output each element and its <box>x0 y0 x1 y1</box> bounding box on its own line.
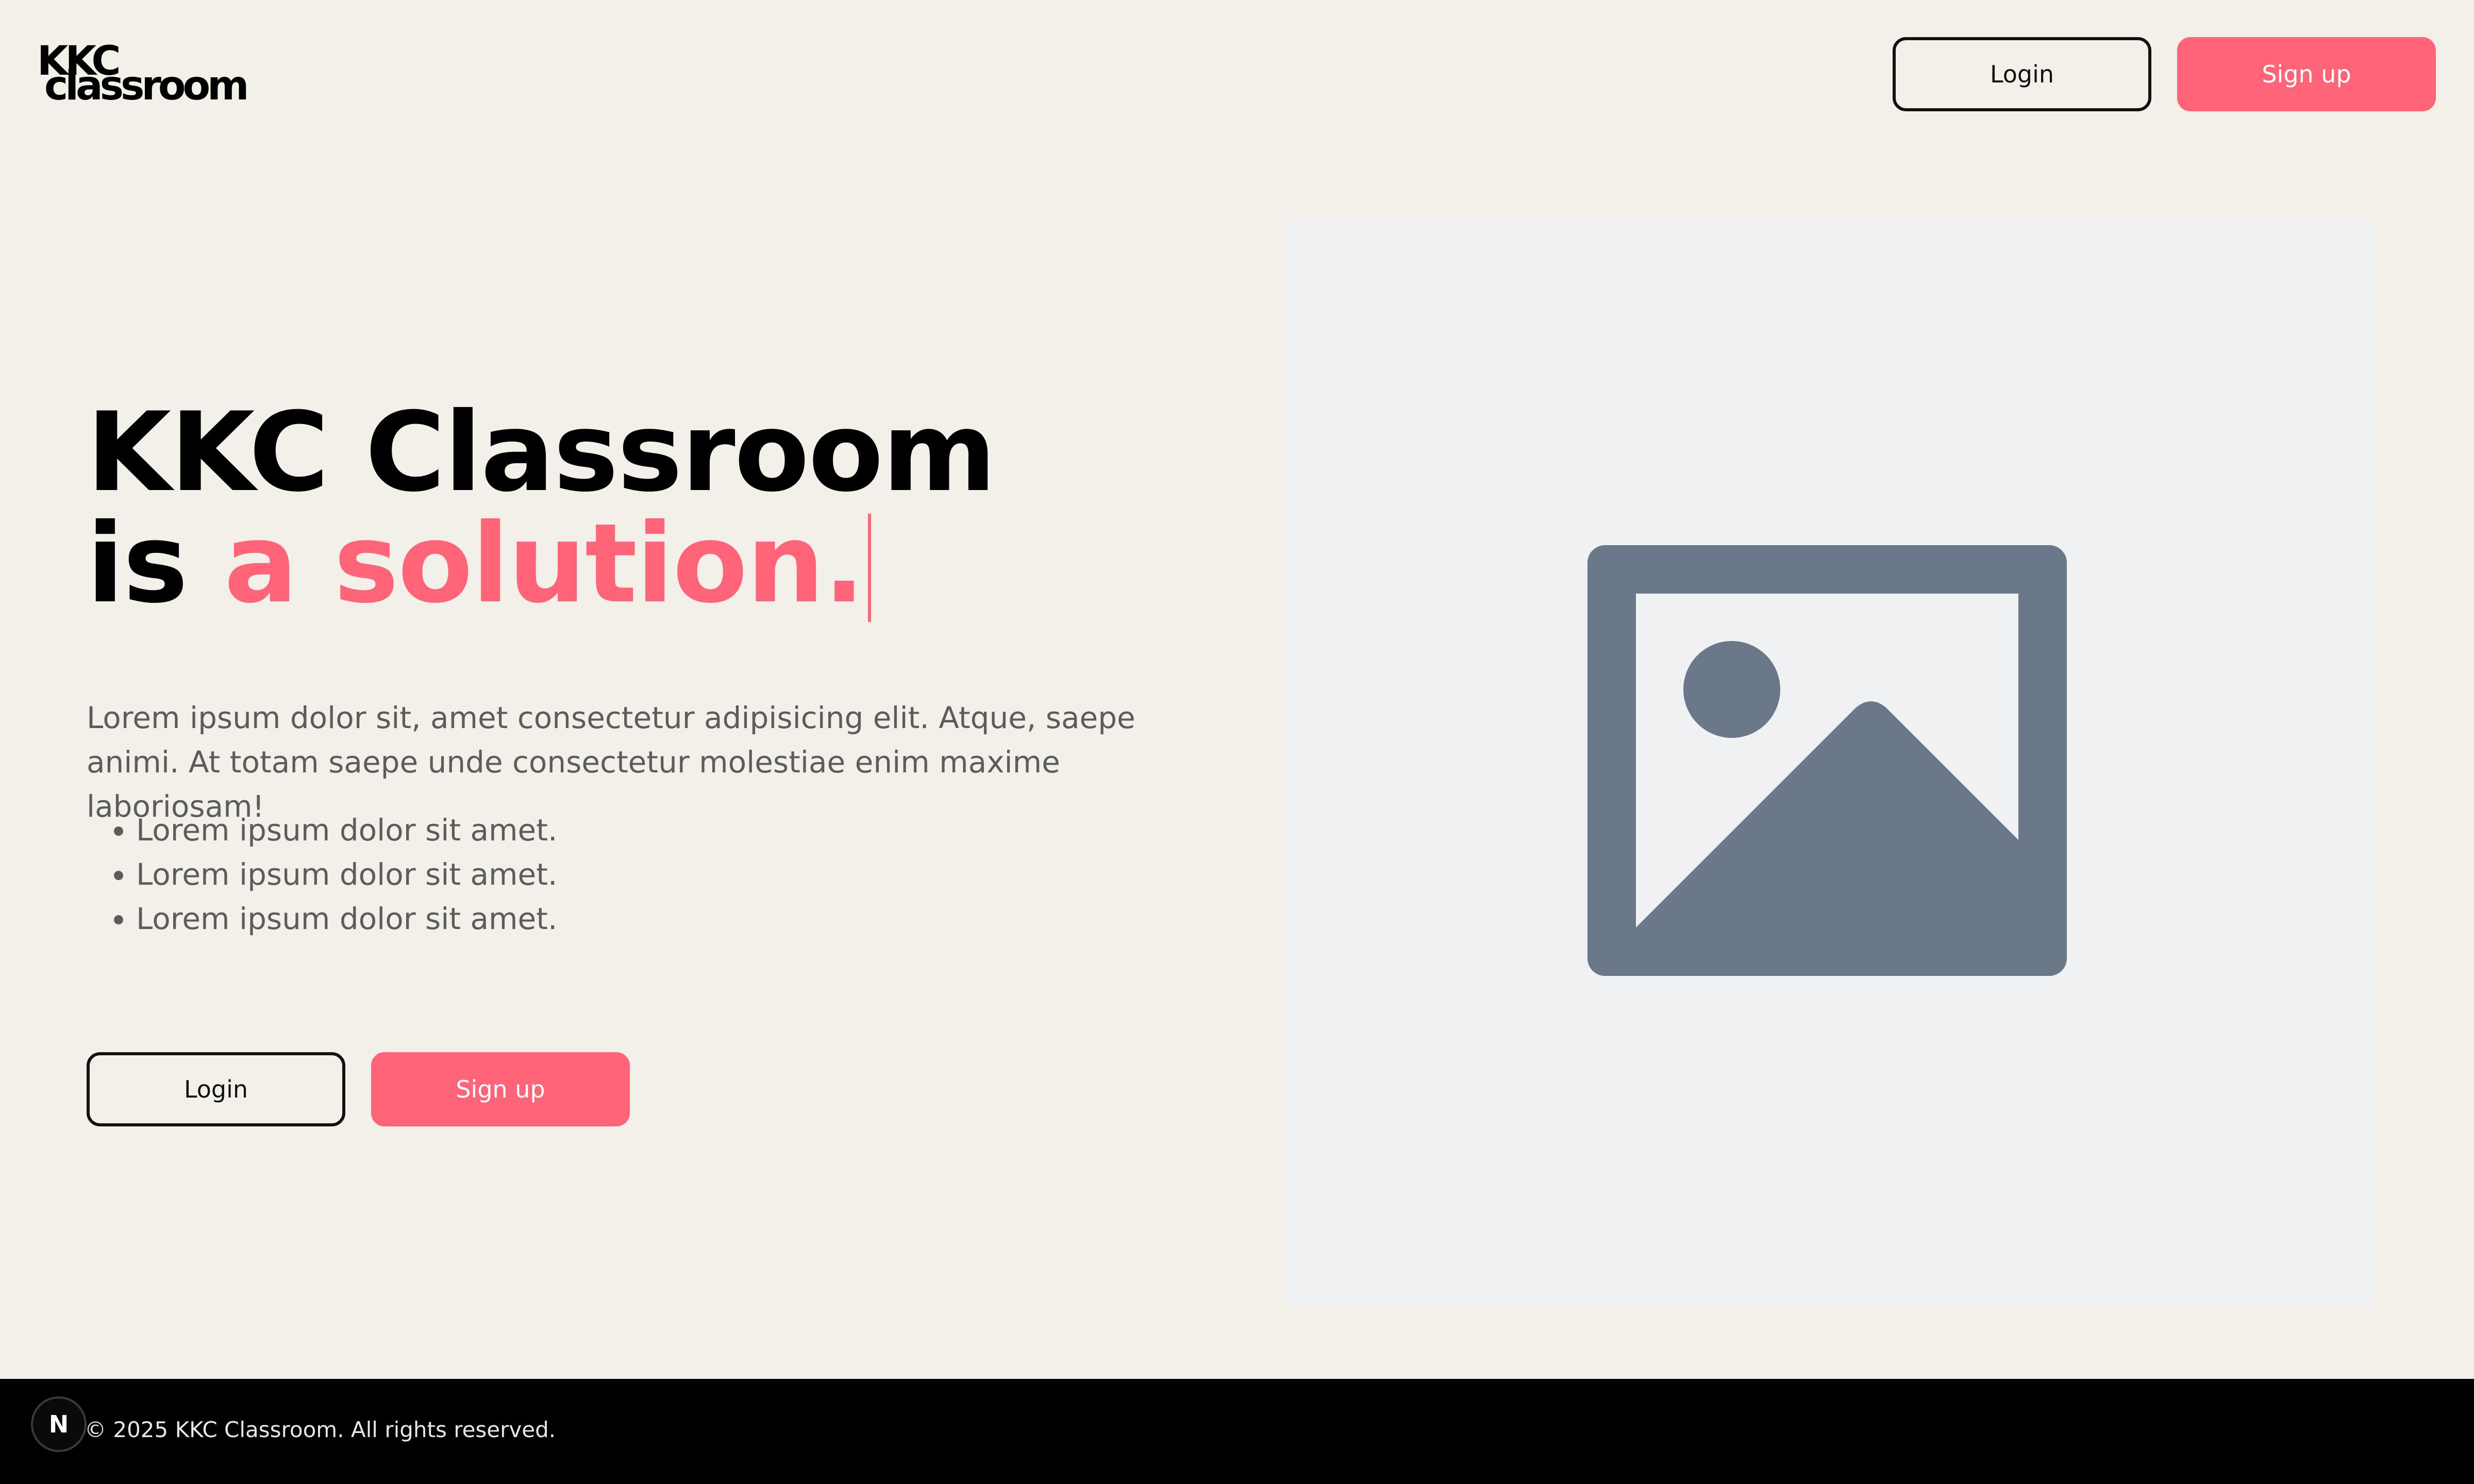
hero-login-button[interactable]: Login <box>87 1052 345 1126</box>
nextjs-dev-badge[interactable]: N <box>31 1396 87 1452</box>
hero-title-line-1: KKC Classroom <box>87 389 996 516</box>
hero-title: KKC Classroom is a solution. <box>87 397 1221 622</box>
site-footer: © 2025 KKC Classroom. All rights reserve… <box>0 1379 2474 1484</box>
image-placeholder-icon <box>1587 545 2067 976</box>
hero-title-prefix: is <box>87 500 188 627</box>
hero-image <box>1285 218 2374 1307</box>
feature-list-item: Lorem ipsum dolor sit amet. <box>136 808 557 852</box>
typing-caret <box>868 514 872 622</box>
feature-list-item: Lorem ipsum dolor sit amet. <box>136 852 557 897</box>
header-signup-button[interactable]: Sign up <box>2177 37 2436 111</box>
logo[interactable]: KKC classroom <box>37 41 249 109</box>
copyright-text: © 2025 KKC Classroom. All rights reserve… <box>85 1417 556 1442</box>
hero-signup-button[interactable]: Sign up <box>371 1052 630 1126</box>
logo-line-2: classroom <box>44 63 249 109</box>
header-login-button[interactable]: Login <box>1893 37 2151 111</box>
site-header: KKC classroom Login Sign up <box>0 0 2474 149</box>
feature-list-item: Lorem ipsum dolor sit amet. <box>136 897 557 941</box>
hero-title-accent: a solution. <box>224 500 865 627</box>
feature-list: Lorem ipsum dolor sit amet. Lorem ipsum … <box>136 808 557 941</box>
